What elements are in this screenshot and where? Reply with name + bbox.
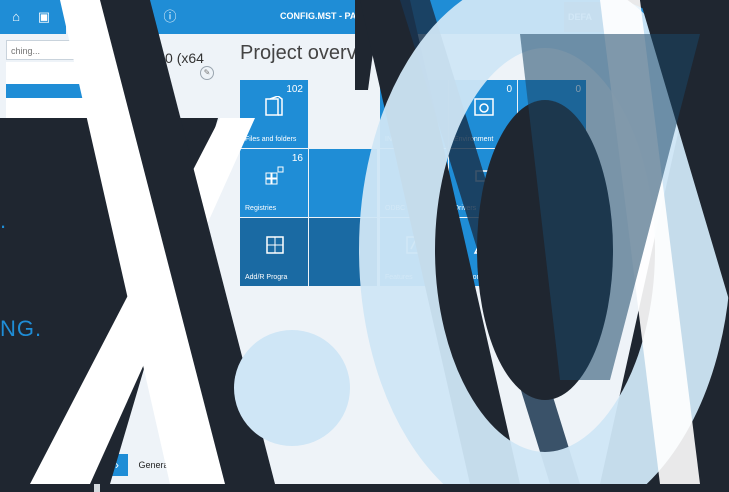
tile-count: 0	[575, 84, 581, 95]
default-badge[interactable]: DEFA	[564, 2, 624, 32]
tile-files-and-folders[interactable]: 102 Files and folders	[240, 80, 308, 148]
side-text-2: NG.	[0, 316, 43, 341]
svg-text:INI: INI	[409, 104, 419, 113]
page-title: Project overvi	[240, 42, 362, 64]
product-info: duct name 7-Zip 19.00 (x64 edition) ✎ Ve…	[102, 38, 230, 192]
tile-environment[interactable]: 0 Environment	[449, 80, 517, 148]
components-icon	[473, 234, 495, 254]
tab-rapack[interactable]: RAPACK	[66, 4, 124, 34]
edit-icon[interactable]: ✎	[200, 66, 214, 80]
tile-label: Environment	[454, 136, 494, 143]
odbc-icon	[407, 168, 425, 186]
features-icon	[406, 236, 424, 254]
tile-count: 0	[506, 84, 512, 95]
tree-panel: ∧	[6, 62, 102, 492]
tile-features[interactable]: 3 Features	[380, 218, 448, 286]
save-icon[interactable]: ▣	[36, 9, 52, 25]
tile-label: Drivers	[454, 205, 477, 212]
generate-button[interactable]: ›	[106, 454, 128, 476]
generate-row: › Generate R	[106, 454, 185, 476]
tile-blank-2[interactable]	[309, 218, 377, 286]
tile-ini-files[interactable]: INI INI files	[380, 80, 448, 148]
tile-label: Add/R Progra	[245, 274, 288, 281]
environment-icon	[474, 98, 494, 116]
tile-count: 102	[286, 84, 303, 95]
tile-odbc[interactable]: 0 ODBC entries	[380, 149, 448, 217]
tile-label: Registries	[245, 205, 277, 212]
tile-blank[interactable]	[309, 149, 377, 217]
programs-icon	[266, 236, 284, 254]
tile-label: ODBC entries	[385, 205, 429, 212]
publisher-value: Igor Pavlo...	[102, 176, 177, 192]
files-icon	[265, 96, 283, 116]
window-title: CONFIG.MST - PACK	[280, 11, 370, 21]
ini-icon: INI	[405, 97, 425, 117]
version-value: 19.00.00.0	[102, 100, 169, 116]
product-name-label: duct name	[102, 38, 145, 48]
search-box[interactable]: ⌕	[6, 40, 92, 60]
tile-add-remove-programs[interactable]: Add/R Progra	[240, 218, 308, 286]
tile-label: Features	[385, 274, 413, 281]
registry-icon	[265, 166, 284, 185]
info-icon[interactable]: ⓘ	[162, 9, 178, 25]
drivers-icon	[475, 170, 493, 182]
search-icon[interactable]: ⌕	[81, 44, 87, 55]
tree-selected-item[interactable]	[6, 84, 102, 98]
home-icon[interactable]: ⌂	[8, 9, 24, 25]
tile-components[interactable]: Components	[449, 218, 517, 286]
tile-count: 0	[437, 153, 443, 164]
tile-drivers[interactable]: Drivers	[449, 149, 517, 217]
tile-label: Files and folders	[245, 136, 297, 143]
tile-label: INI files	[385, 136, 409, 143]
search-input[interactable]	[7, 42, 75, 56]
tile-registries[interactable]: 16 Registries	[240, 149, 308, 217]
help-link[interactable]: this index about?	[118, 272, 186, 282]
scroll-up-icon[interactable]: ∧	[92, 70, 99, 81]
generate-label: Generate R	[138, 460, 185, 470]
tile-label: Components	[454, 274, 494, 281]
gear-icon[interactable]: ⚙	[134, 9, 150, 25]
app-window: ⌂ ▣ RAPACK ⚙ ⓘ CONFIG.MST - PACK DEFA ⌕ …	[0, 0, 729, 492]
scrollbar[interactable]	[94, 262, 100, 492]
title-bar: ⌂ ▣ RAPACK ⚙ ⓘ CONFIG.MST - PACK DEFA	[0, 0, 729, 34]
side-text-1: .	[0, 208, 8, 233]
tile-count: 3	[437, 222, 443, 233]
version-label: Version	[102, 90, 133, 100]
tile-settings[interactable]: 0	[518, 80, 586, 148]
tile-count: 16	[291, 153, 303, 164]
